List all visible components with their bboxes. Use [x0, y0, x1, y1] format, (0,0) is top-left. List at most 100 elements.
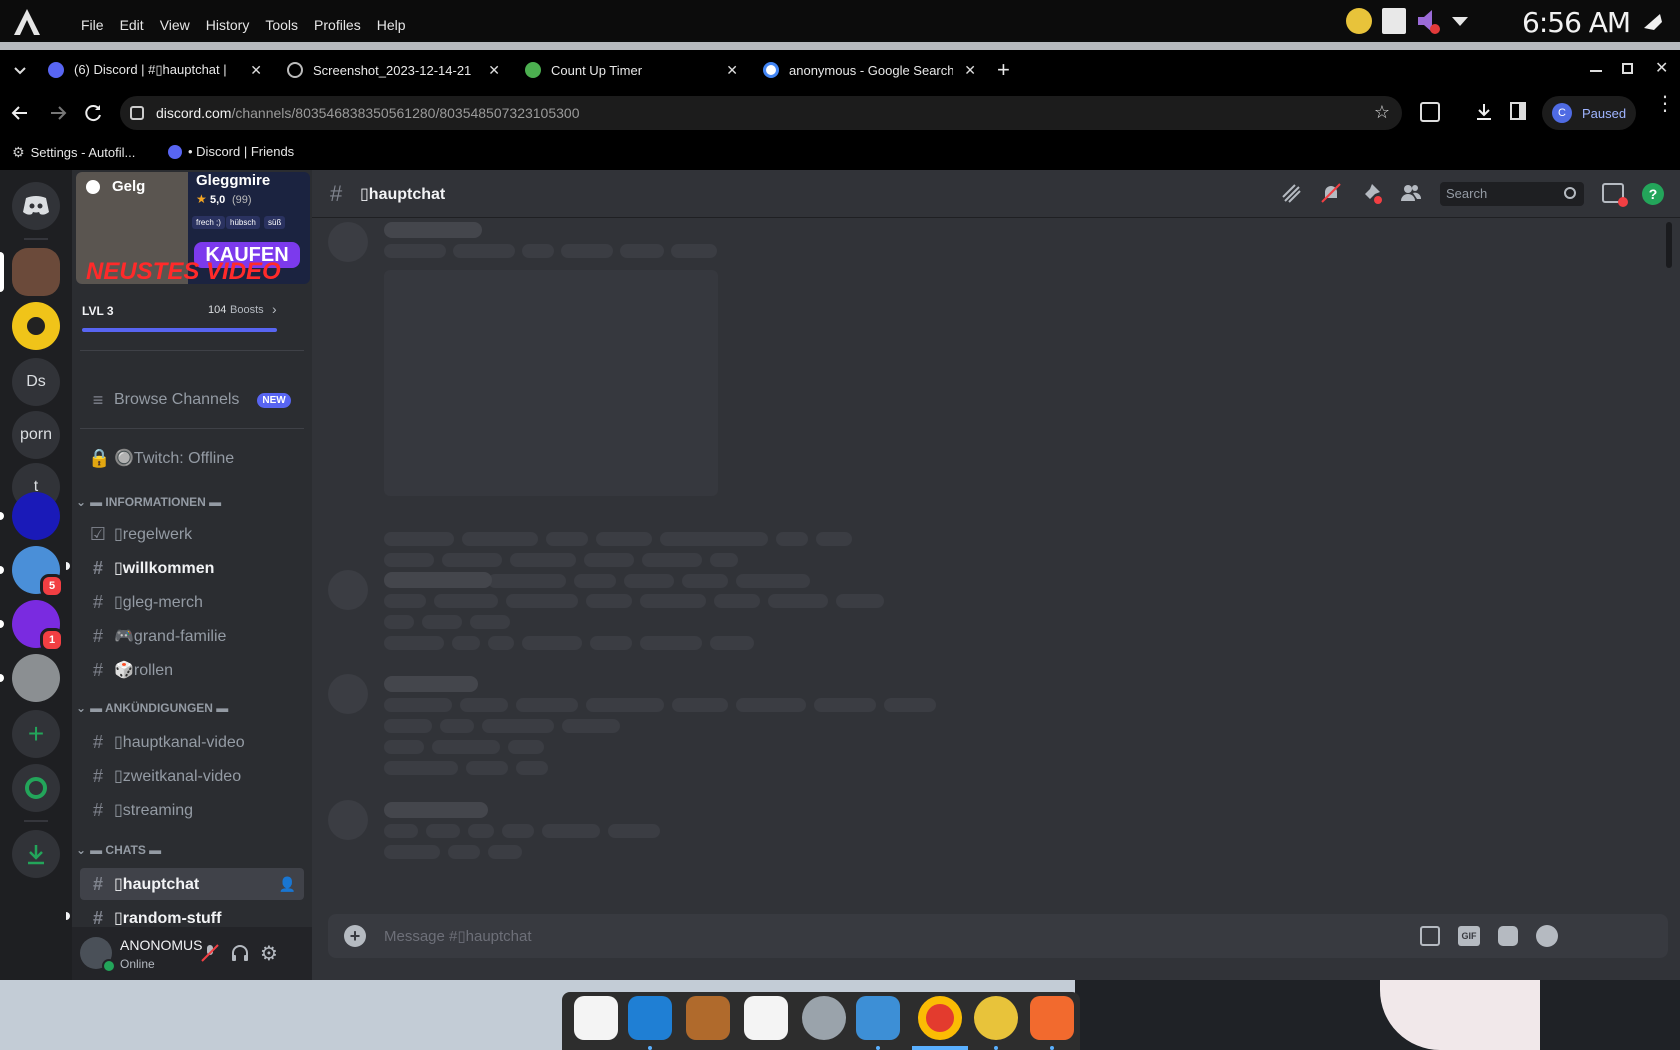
- back-arrow-icon[interactable]: [10, 103, 30, 123]
- guild-separator: [24, 238, 48, 240]
- extensions-icon[interactable]: [1420, 102, 1440, 122]
- explore-servers-button[interactable]: [12, 764, 60, 812]
- notification-bell-icon[interactable]: [1640, 10, 1664, 34]
- headphones-icon[interactable]: [230, 943, 250, 963]
- channel-willkommen[interactable]: # ▯willkommen: [80, 552, 304, 584]
- skeleton-line: [384, 553, 434, 567]
- site-info-icon[interactable]: [130, 106, 144, 120]
- close-tab-icon[interactable]: ✕: [964, 62, 976, 79]
- url-text[interactable]: discord.com/channels/803546838350561280/…: [156, 105, 579, 121]
- threads-icon[interactable]: [1280, 182, 1302, 204]
- server-porn[interactable]: porn: [12, 411, 60, 459]
- category-chats[interactable]: ⌄ ▬ CHATS ▬: [76, 843, 161, 857]
- side-panel-icon[interactable]: [1510, 102, 1526, 120]
- channel-zweitkanal-video[interactable]: # ▯zweitkanal-video: [80, 760, 304, 792]
- tray-dropdown-icon[interactable]: [1450, 8, 1470, 34]
- clipboard-tray-icon[interactable]: [1382, 8, 1406, 34]
- profile-button[interactable]: C Paused: [1542, 96, 1636, 130]
- server-ds[interactable]: Ds: [12, 358, 60, 406]
- search-box[interactable]: Search: [1440, 182, 1584, 206]
- bee-tray-icon[interactable]: [1346, 8, 1372, 34]
- tab-google-search[interactable]: anonymous - Google Search ✕: [763, 50, 976, 90]
- channel-twitch-offline[interactable]: 🔒 🔘Twitch: Offline: [80, 442, 304, 474]
- close-tab-icon[interactable]: ✕: [250, 62, 262, 79]
- dock-shop-icon[interactable]: [1030, 996, 1074, 1040]
- category-ankuendigungen[interactable]: ⌄ ▬ ANKÜNDIGUNGEN ▬: [76, 701, 228, 715]
- arch-logo-icon[interactable]: [12, 8, 42, 36]
- scrollbar[interactable]: [1666, 222, 1672, 268]
- close-window-icon[interactable]: ✕: [1655, 58, 1668, 78]
- gift-icon[interactable]: [1420, 926, 1440, 946]
- reload-icon[interactable]: [84, 103, 104, 123]
- close-tab-icon[interactable]: ✕: [488, 62, 500, 79]
- tab-count-up-timer[interactable]: Count Up Timer ✕: [525, 50, 738, 90]
- skeleton-image: [384, 270, 718, 496]
- sticker-icon[interactable]: [1498, 926, 1518, 946]
- download-apps-button[interactable]: [12, 830, 60, 878]
- tab-screenshot[interactable]: Screenshot_2023-12-14-21 ✕: [287, 50, 500, 90]
- dock-settings-icon[interactable]: [802, 996, 846, 1040]
- menu-help[interactable]: Help: [377, 17, 406, 33]
- volume-muted-tray-icon[interactable]: [1416, 8, 1440, 34]
- channel-regelwerk[interactable]: ☑ ▯regelwerk: [80, 518, 304, 550]
- close-tab-icon[interactable]: ✕: [726, 62, 738, 79]
- category-informationen[interactable]: ⌄ ▬ INFORMATIONEN ▬: [76, 495, 221, 509]
- download-icon[interactable]: [1474, 102, 1494, 122]
- dock-bee-icon[interactable]: [974, 996, 1018, 1040]
- message-composer[interactable]: + Message #▯hauptchat GIF: [328, 914, 1668, 958]
- message-input[interactable]: Message #▯hauptchat: [384, 927, 532, 945]
- menu-history[interactable]: History: [206, 17, 250, 33]
- server-panda[interactable]: [12, 654, 60, 702]
- boost-progress[interactable]: LVL 3 104 Boosts ›: [82, 300, 282, 340]
- member-list-icon[interactable]: [1400, 182, 1422, 204]
- forward-arrow-icon[interactable]: [48, 103, 68, 123]
- dock-terminal-icon[interactable]: [686, 996, 730, 1040]
- clock[interactable]: 6:56 AM: [1522, 6, 1631, 39]
- bookmark-star-icon[interactable]: ☆: [1374, 102, 1390, 123]
- add-attachment-icon[interactable]: +: [344, 925, 366, 947]
- minimize-window-icon[interactable]: [1590, 70, 1602, 72]
- menu-tools[interactable]: Tools: [265, 17, 298, 33]
- browse-channels[interactable]: ≡ Browse Channels NEW: [80, 384, 304, 416]
- channel-streaming[interactable]: # ▯streaming: [80, 794, 304, 826]
- dock-unknown-file-icon[interactable]: [574, 996, 618, 1040]
- tab-list-dropdown-icon[interactable]: [12, 62, 28, 78]
- help-icon[interactable]: ?: [1642, 183, 1664, 205]
- menu-profiles[interactable]: Profiles: [314, 17, 361, 33]
- skeleton-line: [462, 532, 538, 546]
- add-server-button[interactable]: +: [12, 710, 60, 758]
- server-yellow-emblem[interactable]: [12, 302, 60, 350]
- restore-window-icon[interactable]: [1622, 63, 1633, 74]
- server-blue[interactable]: [12, 492, 60, 540]
- inbox-icon[interactable]: [1602, 183, 1628, 207]
- pinned-messages-icon[interactable]: [1360, 182, 1382, 204]
- emoji-icon[interactable]: [1536, 925, 1558, 947]
- new-tab-icon[interactable]: +: [997, 57, 1010, 83]
- dock-vscode-icon[interactable]: [628, 996, 672, 1040]
- address-bar[interactable]: discord.com/channels/803546838350561280/…: [120, 96, 1402, 130]
- dock-chrome-icon[interactable]: [918, 996, 962, 1040]
- menu-file[interactable]: File: [81, 17, 104, 33]
- channel-gleg-merch[interactable]: # ▯gleg-merch: [80, 586, 304, 618]
- server-banner[interactable]: Gelg Gleggmire ★ 5,0 (99) frech ;) hübsc…: [76, 172, 310, 284]
- bookmark-settings[interactable]: ⚙ Settings - Autofil...: [12, 144, 135, 161]
- mute-mic-icon[interactable]: [200, 943, 220, 963]
- menu-view[interactable]: View: [160, 17, 190, 33]
- bookmark-discord-friends[interactable]: • Discord | Friends: [168, 144, 294, 159]
- username[interactable]: ANONOMUS: [120, 937, 202, 953]
- notifications-muted-icon[interactable]: [1320, 182, 1342, 204]
- direct-messages-button[interactable]: [12, 182, 60, 230]
- server-gleggmire[interactable]: [12, 248, 60, 296]
- tab-discord[interactable]: (6) Discord | #▯hauptchat | ✕: [48, 50, 262, 90]
- channel-grand-familie[interactable]: # 🎮grand-familie: [80, 620, 304, 652]
- dock-dolphin-icon[interactable]: [856, 996, 900, 1040]
- settings-gear-icon[interactable]: ⚙: [260, 941, 278, 966]
- invite-member-icon[interactable]: 👤: [279, 876, 296, 893]
- channel-rollen[interactable]: # 🎲rollen: [80, 654, 304, 686]
- dock-unknown-file-icon[interactable]: [744, 996, 788, 1040]
- gif-icon[interactable]: GIF: [1458, 926, 1480, 946]
- browser-menu-icon[interactable]: ⋮: [1655, 94, 1675, 114]
- channel-hauptkanal-video[interactable]: # ▯hauptkanal-video: [80, 726, 304, 758]
- channel-hauptchat[interactable]: # ▯hauptchat 👤: [80, 868, 304, 900]
- menu-edit[interactable]: Edit: [120, 17, 144, 33]
